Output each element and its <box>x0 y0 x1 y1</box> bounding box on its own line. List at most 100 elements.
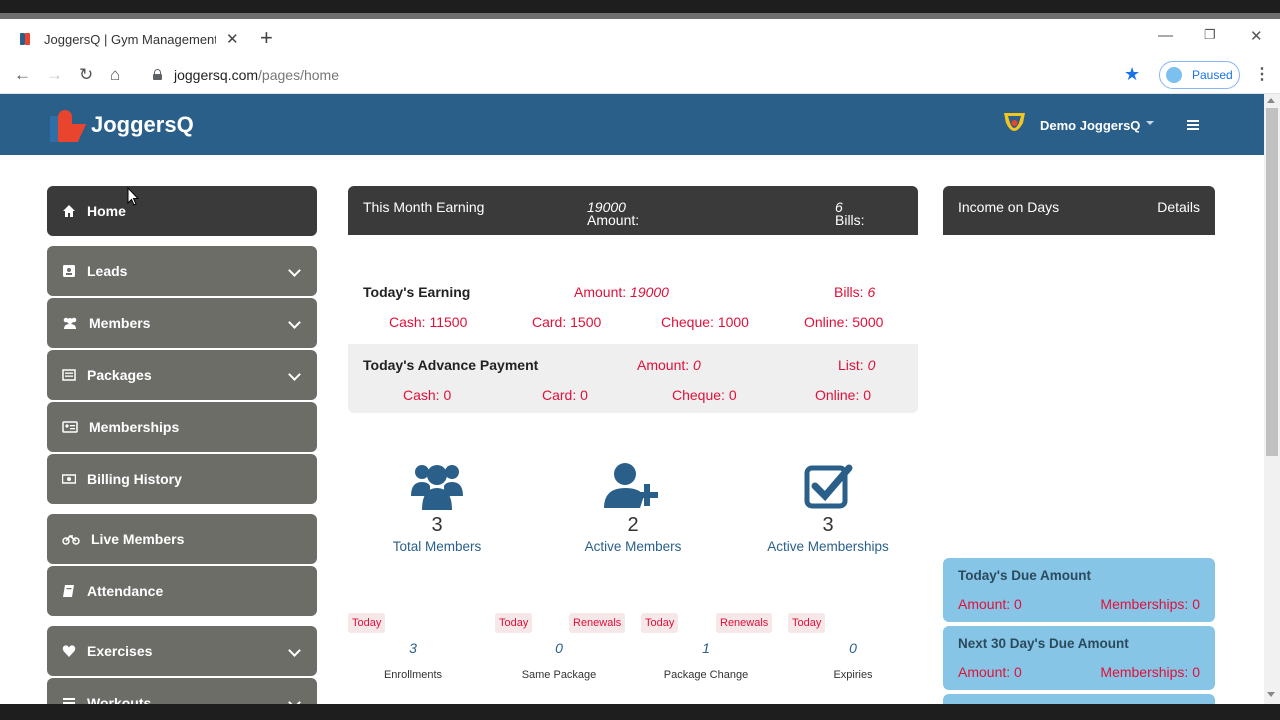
os-taskbar-edge <box>0 704 1280 720</box>
today-due-title: Today's Due Amount <box>958 568 1091 583</box>
address-bar: ← → ↻ ⌂ joggersq.com/pages/home ★ Paused… <box>0 59 1280 94</box>
advance-payment-row: Today's Advance Payment Amount: 0 List: … <box>348 344 918 413</box>
sidebar-item-members[interactable]: Members <box>47 298 317 348</box>
package-change-label: Package Change <box>663 669 749 681</box>
list-icon <box>62 369 76 381</box>
sidebar-item-billing-history[interactable]: Billing History <box>47 454 317 504</box>
today-cash: Cash: 11500 <box>389 314 468 330</box>
income-title: Income on Days <box>958 199 1060 215</box>
today-earning-amount: Amount: 19000 <box>574 284 669 300</box>
next-30-due-amount: Amount: 0 <box>958 664 1022 680</box>
user-caret-icon[interactable] <box>1146 121 1154 125</box>
sidebar-item-attendance[interactable]: Attendance <box>47 566 317 616</box>
home-browser-icon[interactable]: ⌂ <box>110 65 120 85</box>
book-icon <box>63 585 74 597</box>
today-due-memberships: Memberships: 0 <box>1100 596 1200 612</box>
advance-payment-title: Today's Advance Payment <box>363 357 539 373</box>
enrollments-today-tag: Today <box>348 613 386 633</box>
total-members-label: Total Members <box>392 539 482 554</box>
sidebar-item-leads[interactable]: Leads <box>47 246 317 296</box>
id-card-icon <box>62 421 78 433</box>
users-icon <box>411 465 463 510</box>
expiries-today-tag: Today <box>788 613 826 633</box>
month-earning-title: This Month Earning <box>363 199 485 215</box>
chevron-down-icon <box>288 368 301 381</box>
stat-active-memberships[interactable]: 3 Active Memberships <box>748 460 908 554</box>
minimize-icon[interactable]: — <box>1158 27 1173 44</box>
active-memberships-value: 3 <box>822 514 834 536</box>
forward-icon[interactable]: → <box>46 65 63 85</box>
chevron-down-icon <box>288 264 301 277</box>
today-due-card[interactable]: Today's Due Amount Amount: 0 Memberships… <box>943 558 1215 622</box>
package-change-renewals-tag: Renewals <box>716 613 773 633</box>
today-online: Online: 5000 <box>804 314 884 330</box>
sidebar-item-packages[interactable]: Packages <box>47 350 317 400</box>
user-plus-icon <box>604 463 658 508</box>
tab-title: JoggersQ | Gym Management Sc <box>44 31 216 47</box>
user-menu[interactable]: Demo JoggersQ <box>1040 118 1140 133</box>
month-earning-header: This Month Earning Amount: 19000 Bills: … <box>348 186 918 235</box>
os-titlebar <box>0 0 1280 19</box>
next-30-days-due-card[interactable]: Next 30 Day's Due Amount Amount: 0 Membe… <box>943 626 1215 690</box>
brand-name[interactable]: JoggersQ <box>91 112 194 138</box>
profile-button[interactable]: Paused <box>1159 61 1240 89</box>
stat-active-members[interactable]: 2 Active Members <box>553 460 713 554</box>
today-earning-row: Today's Earning Amount: 19000 Bills: 6 C… <box>348 270 918 344</box>
sidebar-item-memberships[interactable]: Memberships <box>47 402 317 452</box>
same-package-renewals-tag: Renewals <box>569 613 626 633</box>
income-details-link[interactable]: Details <box>1157 199 1200 215</box>
today-card: Card: 1500 <box>532 314 602 330</box>
today-earning-title: Today's Earning <box>363 284 471 300</box>
new-tab-icon[interactable]: + <box>260 27 273 49</box>
money-bill-icon <box>62 474 76 484</box>
package-change-today-tag: Today <box>641 613 679 633</box>
mouse-cursor-icon <box>127 187 139 206</box>
advance-online: Online: 0 <box>815 387 872 403</box>
stat-total-members[interactable]: 3 Total Members <box>357 460 517 554</box>
enrollments-value[interactable]: 3 <box>363 640 463 656</box>
restore-icon[interactable]: ❐ <box>1204 27 1216 43</box>
income-on-days-header: Income on Days Details <box>943 186 1215 235</box>
page-scrollbar[interactable] <box>1264 94 1280 720</box>
month-earning-bills: Bills: 6 <box>835 199 865 228</box>
next-30-due-memberships: Memberships: 0 <box>1100 664 1200 680</box>
next-due-card-partial[interactable] <box>943 694 1215 704</box>
user-avatar[interactable] <box>1002 111 1027 139</box>
same-package-label: Same Package <box>521 669 597 681</box>
advance-cheque: Cheque: 0 <box>672 387 737 403</box>
heart-icon <box>62 645 76 657</box>
tab-close-icon[interactable]: ✕ <box>226 30 239 48</box>
hamburger-menu-icon[interactable] <box>1187 120 1199 132</box>
sidebar-item-home[interactable]: Home <box>47 186 317 236</box>
today-earning-bills: Bills: 6 <box>834 284 876 300</box>
home-icon <box>63 205 75 217</box>
next-30-due-title: Next 30 Day's Due Amount <box>958 636 1129 651</box>
active-memberships-label: Active Memberships <box>767 539 889 554</box>
advance-list: List: 0 <box>838 357 876 373</box>
back-icon[interactable]: ← <box>14 65 31 85</box>
package-change-value[interactable]: 1 <box>656 640 756 656</box>
reload-icon[interactable]: ↻ <box>79 65 93 85</box>
month-earning-amount: Amount: 19000 <box>587 199 640 228</box>
chevron-down-icon <box>288 316 301 329</box>
same-package-today-tag: Today <box>495 613 533 633</box>
sidebar-item-live-members[interactable]: Live Members <box>47 514 317 564</box>
advance-card: Card: 0 <box>542 387 588 403</box>
browser-tab[interactable]: JoggersQ | Gym Management Sc ✕ <box>0 19 248 59</box>
joggersq-logo[interactable] <box>50 108 87 142</box>
url-field[interactable]: joggersq.com/pages/home <box>174 67 339 83</box>
browser-menu-icon[interactable]: ⋮ <box>1254 64 1270 84</box>
users-icon <box>63 317 77 329</box>
window-close-icon[interactable]: ✕ <box>1250 27 1263 45</box>
app-header: JoggersQ Demo JoggersQ <box>0 94 1264 155</box>
same-package-value[interactable]: 0 <box>509 640 609 656</box>
lock-icon[interactable] <box>153 69 162 80</box>
advance-cash: Cash: 0 <box>403 387 452 403</box>
sidebar-item-exercises[interactable]: Exercises <box>47 626 317 676</box>
chevron-down-icon <box>288 644 301 657</box>
bookmark-star-icon[interactable]: ★ <box>1124 64 1140 85</box>
active-members-label: Active Members <box>584 539 682 554</box>
expiries-value[interactable]: 0 <box>803 640 903 656</box>
check-square-icon <box>804 464 853 509</box>
expiries-label: Expiries <box>833 669 873 681</box>
